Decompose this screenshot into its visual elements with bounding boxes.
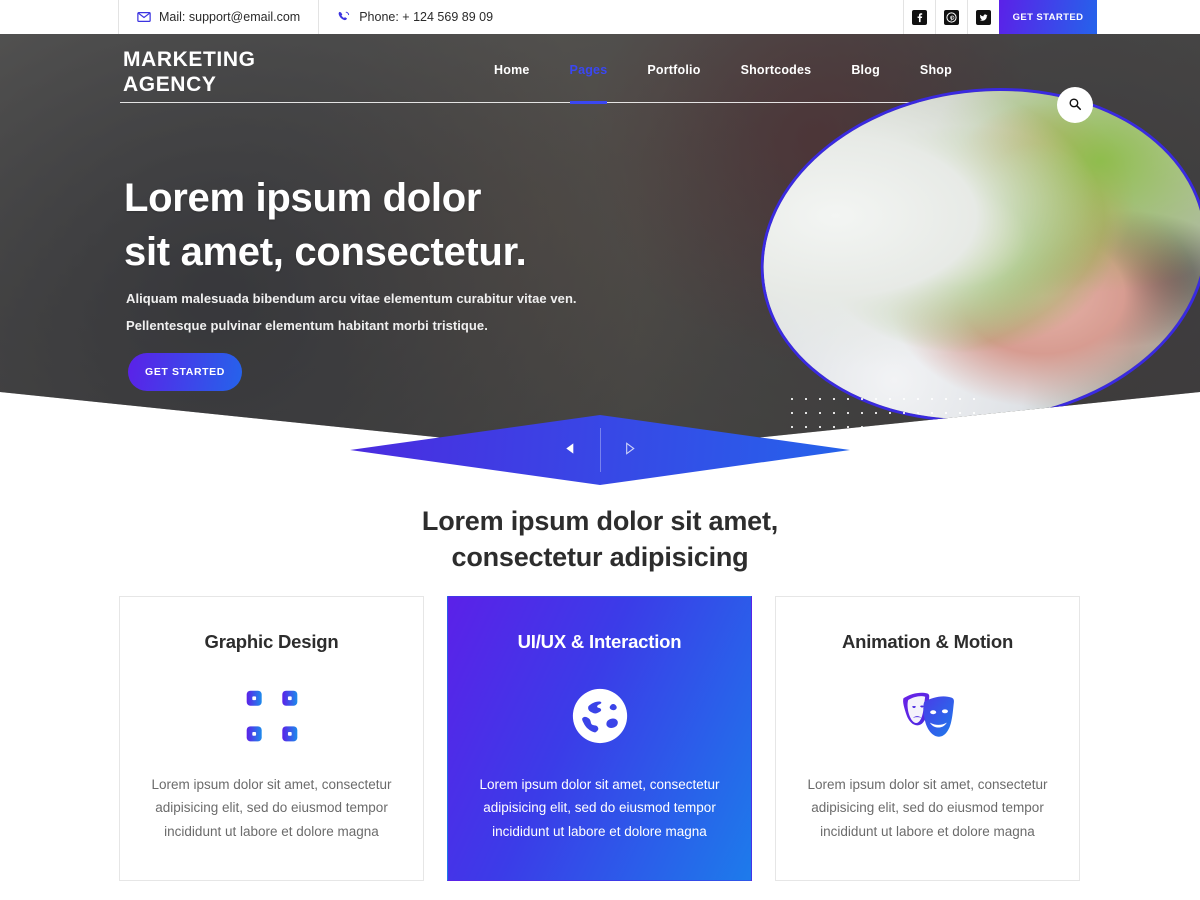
- service-card-title: Animation & Motion: [841, 631, 1014, 652]
- services-heading-line-2: consectetur adipisicing: [451, 542, 749, 573]
- hero-get-started-button[interactable]: GET STARTED: [128, 353, 242, 391]
- triangle-right-icon: [622, 441, 637, 459]
- facebook-icon: [912, 9, 927, 25]
- topbar-right: GET STARTED: [903, 0, 1200, 34]
- services-heading-line-1: Lorem ipsum dolor sit amet,: [421, 506, 779, 536]
- phone-icon: [337, 10, 351, 24]
- slider-next-button[interactable]: [601, 428, 659, 472]
- envelope-icon: [137, 10, 151, 24]
- service-card-graphic-design[interactable]: Graphic Design Lorem ipsum dolor sit ame…: [119, 596, 424, 881]
- service-card-text: Lorem ipsum dolor sit amet, consectetur …: [151, 777, 392, 839]
- hero-section: MARKETING AGENCY Home Pages Portfolio Sh…: [0, 34, 1200, 454]
- service-card-title: UI/UX & Interaction: [517, 631, 682, 652]
- hero-subtitle-line-1: Aliquam malesuada bibendum arcu vitae el…: [126, 291, 577, 306]
- slider-controls: [542, 428, 659, 472]
- top-bar: Mail: support@email.com Phone: + 124 569…: [0, 0, 1200, 34]
- hero-title-line-1: Lorem ipsum dolor: [124, 176, 482, 220]
- service-card-text: Lorem ipsum dolor sit amet, consectetur …: [807, 777, 1048, 839]
- slider-prev-button[interactable]: [542, 428, 600, 472]
- social-twitter[interactable]: [967, 0, 999, 34]
- topbar-mail[interactable]: Mail: support@email.com: [118, 0, 318, 34]
- triangle-left-icon: [563, 441, 578, 459]
- topbar-left-spacer: [0, 0, 118, 34]
- services-card-list: Graphic Design Lorem ipsum dolor sit ame…: [119, 596, 1082, 881]
- main-navigation: Home Pages Portfolio Shortcodes Blog Sho…: [494, 63, 972, 104]
- social-facebook[interactable]: [903, 0, 935, 34]
- site-logo[interactable]: MARKETING AGENCY: [123, 48, 256, 98]
- hero-feature-image-photo: [741, 62, 1200, 448]
- service-card-uiux-interaction[interactable]: UI/UX & Interaction Lorem ipsum dolor si…: [447, 596, 752, 881]
- service-card-title: Graphic Design: [204, 631, 339, 652]
- logo-line-1: MARKETING: [123, 48, 256, 71]
- service-card-animation-motion[interactable]: Animation & Motion Lorem ipsum dolor sit…: [775, 596, 1080, 881]
- crop-frame-icon: [142, 673, 401, 759]
- nav-item-pages[interactable]: Pages: [550, 63, 628, 104]
- hero-subtitle: Aliquam malesuada bibendum arcu vitae el…: [126, 286, 577, 339]
- topbar-phone[interactable]: Phone: + 124 569 89 09: [318, 0, 511, 34]
- topbar-mail-text: Mail: support@email.com: [159, 10, 301, 24]
- hero-title: Lorem ipsum dolor sit amet, consectetur.: [124, 171, 527, 279]
- search-icon: [1068, 97, 1082, 114]
- topbar-get-started-button[interactable]: GET STARTED: [999, 0, 1097, 34]
- nav-item-blog[interactable]: Blog: [831, 63, 900, 77]
- globe-icon: [470, 673, 729, 759]
- theater-masks-icon: [798, 673, 1057, 759]
- dot-pattern-decoration: [785, 392, 985, 454]
- nav-item-portfolio[interactable]: Portfolio: [627, 63, 720, 77]
- twitter-icon: [976, 9, 991, 25]
- nav-item-shortcodes[interactable]: Shortcodes: [721, 63, 832, 77]
- hero-feature-image: [741, 62, 1200, 448]
- logo-line-2: AGENCY: [123, 72, 217, 96]
- service-card-text: Lorem ipsum dolor sit amet, consectetur …: [479, 777, 720, 839]
- search-button[interactable]: [1057, 87, 1093, 123]
- hero-title-line-2: sit amet, consectetur.: [124, 230, 527, 274]
- hero-subtitle-line-2: Pellentesque pulvinar elementum habitant…: [126, 317, 488, 333]
- nav-item-home[interactable]: Home: [494, 63, 550, 77]
- nav-item-shop[interactable]: Shop: [900, 63, 972, 77]
- topbar-right-spacer: [1097, 0, 1200, 34]
- social-pinterest[interactable]: [935, 0, 967, 34]
- topbar-phone-text: Phone: + 124 569 89 09: [359, 10, 494, 24]
- services-section-heading: Lorem ipsum dolor sit amet, consectetur …: [0, 503, 1200, 576]
- pinterest-icon: [944, 9, 959, 25]
